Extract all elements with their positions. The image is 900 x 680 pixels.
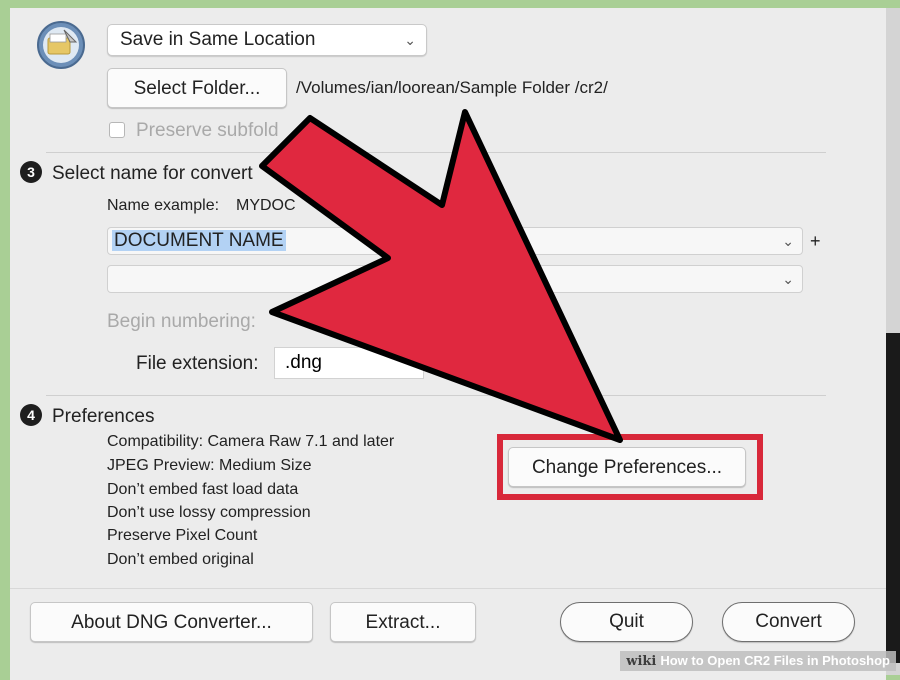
pointer-arrow-icon [259, 109, 623, 443]
watermark-caption: How to Open CR2 Files in Photoshop [660, 653, 890, 668]
watermark-brand: wiki [626, 654, 657, 669]
watermark: wiki How to Open CR2 Files in Photoshop [620, 651, 896, 671]
